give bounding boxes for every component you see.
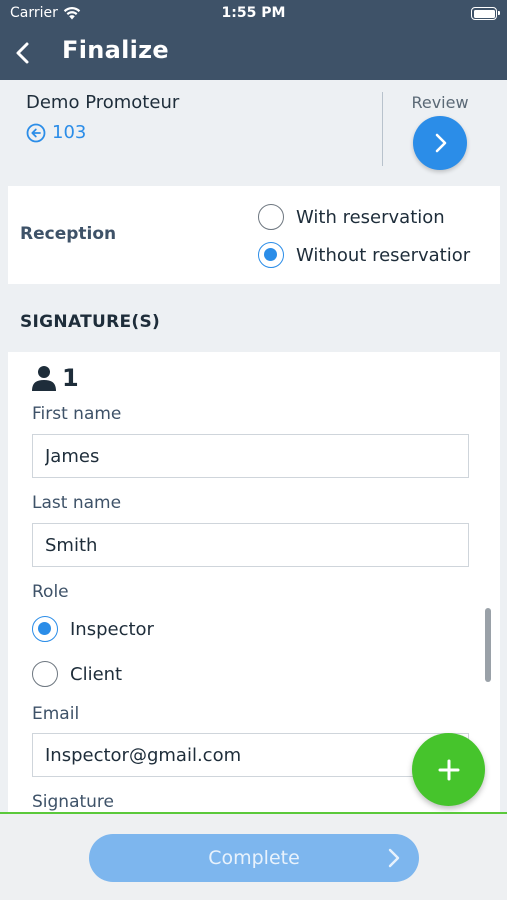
review-button[interactable] xyxy=(413,116,467,170)
reception-label: Reception xyxy=(20,224,117,244)
signature-label: Signature xyxy=(32,792,115,812)
role-label: Role xyxy=(32,582,69,602)
radio-role-inspector[interactable]: Inspector xyxy=(32,616,154,642)
radio-button-checked[interactable] xyxy=(258,242,284,268)
chevron-right-icon xyxy=(388,848,400,868)
nav-bar: Finalize xyxy=(0,28,507,80)
battery-icon xyxy=(471,7,500,20)
radio-label: Without reservatior xyxy=(296,244,471,266)
signer-header: 1 xyxy=(32,364,79,392)
review-label: Review xyxy=(411,93,469,112)
project-reference[interactable]: 103 xyxy=(26,122,86,143)
status-time: 1:55 PM xyxy=(221,5,286,21)
radio-label: Inspector xyxy=(70,618,154,640)
back-chevron-icon[interactable] xyxy=(12,40,36,66)
person-icon xyxy=(32,366,56,391)
radio-without-reservation[interactable]: Without reservatior xyxy=(258,242,470,268)
arrow-left-circle-icon xyxy=(26,123,46,142)
first-name-label: First name xyxy=(32,404,122,424)
complete-button[interactable]: Complete xyxy=(89,834,419,882)
radio-button-unchecked[interactable] xyxy=(32,661,58,687)
last-name-label: Last name xyxy=(32,493,122,513)
email-input[interactable] xyxy=(32,733,469,777)
plus-icon xyxy=(438,759,459,780)
add-signer-button[interactable] xyxy=(412,733,485,806)
bottom-bar: Complete xyxy=(0,812,507,900)
radio-label: Client xyxy=(70,663,123,685)
status-bar: Carrier 1:55 PM xyxy=(0,0,507,28)
radio-with-reservation[interactable]: With reservation xyxy=(258,204,445,230)
last-name-input[interactable] xyxy=(32,523,469,567)
reception-card: Reception With reservation Without reser… xyxy=(8,186,500,284)
scrollbar[interactable] xyxy=(485,608,491,682)
radio-button-unchecked[interactable] xyxy=(258,204,284,230)
page-title: Finalize xyxy=(62,36,170,64)
section-title-signatures: SIGNATURE(S) xyxy=(20,312,161,332)
radio-button-checked[interactable] xyxy=(32,616,58,642)
radio-label: With reservation xyxy=(296,206,445,228)
project-name: Demo Promoteur xyxy=(26,92,180,113)
radio-role-client[interactable]: Client xyxy=(32,661,122,687)
project-info: Demo Promoteur 103 Review xyxy=(0,80,507,176)
divider xyxy=(382,92,383,166)
email-label: Email xyxy=(32,704,80,724)
project-reference-number: 103 xyxy=(52,122,87,143)
complete-label: Complete xyxy=(208,847,300,869)
first-name-input[interactable] xyxy=(32,434,469,478)
chevron-right-icon xyxy=(435,133,447,153)
signer-number: 1 xyxy=(62,364,79,392)
